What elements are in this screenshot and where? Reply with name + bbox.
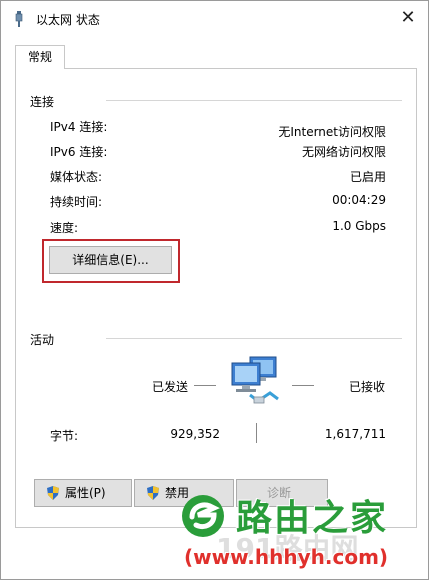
uac-shield-icon: [147, 486, 159, 500]
connection-group-divider: [106, 100, 402, 101]
close-icon: ✕: [400, 7, 416, 28]
ipv6-label: IPv6 连接:: [50, 145, 108, 159]
window-title: 以太网 状态: [36, 13, 100, 27]
general-panel: 连接 IPv4 连接: 无Internet访问权限 IPv6 连接: 无网络访问…: [15, 68, 417, 528]
network-cable-icon: [15, 11, 23, 27]
ipv4-value: 无Internet访问权限: [278, 125, 386, 139]
duration-label: 持续时间:: [50, 195, 103, 209]
bytes-sent-value: 929,352: [170, 427, 220, 441]
media-state-value: 已启用: [349, 170, 386, 184]
bytes-divider: [256, 423, 257, 443]
status-window: 以太网 状态 ✕ 常规 连接 IPv4 连接: 无Internet访问权限 IP…: [0, 0, 429, 580]
activity-group-divider: [106, 338, 402, 339]
network-computers-icon: [231, 356, 279, 404]
received-label: 已接收: [349, 380, 386, 394]
connection-group-title: 连接: [30, 95, 55, 109]
details-button[interactable]: 详细信息(E)...: [49, 246, 172, 274]
watermark-brand: 路由之家: [236, 498, 389, 539]
watermark: 191路由网 路由之家 (www.hhhyh.com): [176, 479, 429, 580]
bytes-label: 字节:: [50, 429, 79, 443]
activity-group-title: 活动: [30, 333, 55, 347]
sent-label: 已发送: [152, 380, 189, 394]
speed-value: 1.0 Gbps: [332, 219, 386, 233]
media-state-label: 媒体状态:: [50, 170, 103, 184]
received-line: [292, 385, 314, 386]
close-button[interactable]: ✕: [397, 8, 419, 30]
tab-general[interactable]: 常规: [15, 45, 65, 69]
sent-line: [194, 385, 216, 386]
duration-value: 00:04:29: [332, 193, 386, 207]
uac-shield-icon: [47, 486, 59, 500]
properties-button[interactable]: 属性(P): [34, 479, 132, 507]
title-bar[interactable]: 以太网 状态 ✕: [2, 2, 427, 36]
watermark-url: (www.hhhyh.com): [184, 545, 389, 569]
speed-label: 速度:: [50, 221, 79, 235]
properties-button-label: 属性(P): [65, 486, 106, 500]
bytes-received-value: 1,617,711: [324, 427, 386, 441]
ipv6-value: 无网络访问权限: [301, 145, 386, 159]
ipv4-label: IPv4 连接:: [50, 120, 108, 134]
